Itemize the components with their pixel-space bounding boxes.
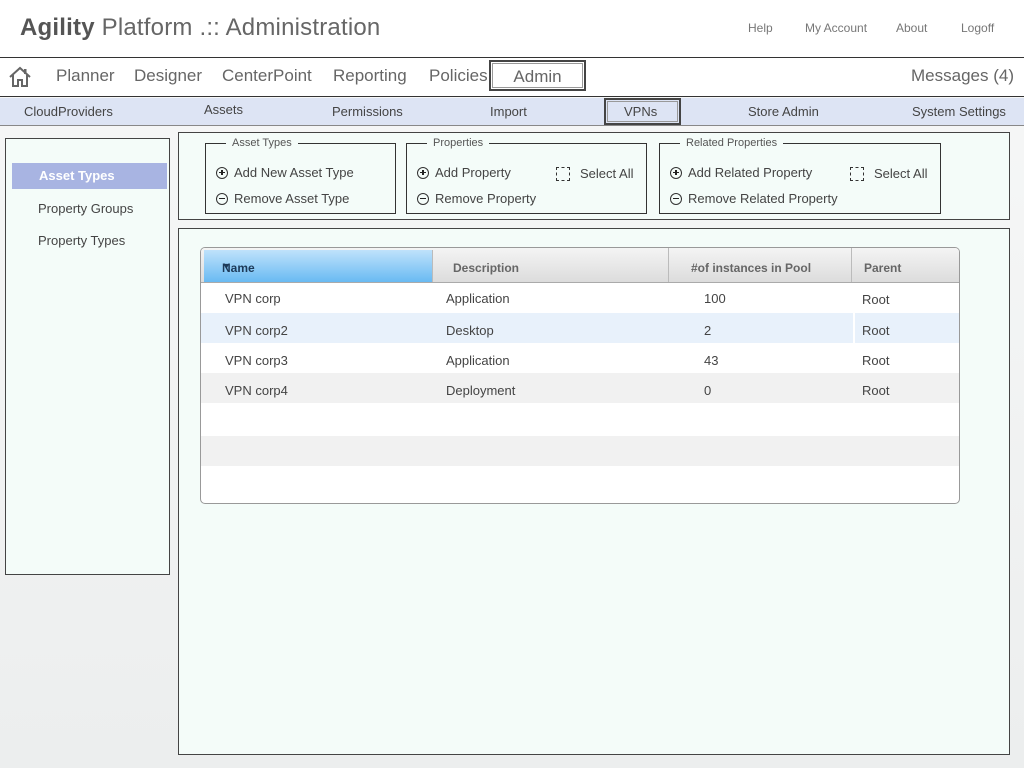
- subnav-permissions[interactable]: Permissions: [332, 104, 403, 119]
- cell-parent: Root: [862, 323, 890, 338]
- column-header-description[interactable]: Description: [433, 248, 669, 282]
- left-item-property-types[interactable]: Property Types: [38, 233, 125, 248]
- table-header: Name ▼ Description #of instances in Pool…: [201, 248, 959, 283]
- cell-instances: 100: [704, 291, 726, 306]
- nav-reporting[interactable]: Reporting: [333, 66, 407, 86]
- column-header-instances[interactable]: #of instances in Pool: [669, 248, 852, 282]
- row-divider: [853, 313, 855, 343]
- cell-parent: Root: [862, 292, 890, 307]
- logoff-link[interactable]: Logoff: [961, 21, 994, 35]
- cell-parent: Root: [862, 383, 890, 398]
- content-area: Name ▼ Description #of instances in Pool…: [178, 228, 1010, 755]
- cell-name: VPN corp2: [225, 323, 288, 338]
- add-asset-type-button[interactable]: Add New Asset Type: [216, 165, 354, 180]
- empty-row: [201, 436, 959, 466]
- add-asset-type-label: Add New Asset Type: [234, 165, 354, 180]
- cell-description: Deployment: [446, 383, 516, 398]
- nav-designer[interactable]: Designer: [134, 66, 202, 86]
- subnav-cloudproviders[interactable]: CloudProviders: [24, 104, 113, 119]
- properties-select-all-label: Select All: [580, 166, 634, 181]
- help-link[interactable]: Help: [748, 21, 773, 35]
- cell-name: VPN corp4: [225, 383, 288, 398]
- nav-policies[interactable]: Policies: [429, 66, 488, 86]
- asset-types-table: Name ▼ Description #of instances in Pool…: [200, 247, 960, 504]
- column-header-name[interactable]: Name ▼: [204, 250, 433, 282]
- sort-desc-icon: ▼: [222, 261, 231, 271]
- asset-types-group: Asset Types Add New Asset Type Remove As…: [205, 137, 396, 214]
- minus-circle-icon: [216, 192, 228, 205]
- minus-circle-icon: [670, 192, 682, 205]
- cell-instances: 0: [704, 383, 712, 398]
- empty-row: [201, 466, 959, 496]
- minus-circle-icon: [417, 192, 429, 205]
- column-header-parent-label: Parent: [864, 261, 902, 275]
- table-row[interactable]: VPN corp2 Desktop 2 Root: [201, 313, 959, 343]
- column-header-description-label: Description: [453, 261, 520, 275]
- related-properties-group: Related Properties Add Related Property …: [659, 137, 941, 214]
- column-header-instances-label: #of instances in Pool: [691, 261, 812, 275]
- properties-legend: Properties: [433, 137, 484, 149]
- column-header-parent[interactable]: Parent: [852, 248, 959, 282]
- dashed-checkbox-icon[interactable]: [850, 166, 864, 181]
- table-row[interactable]: VPN corp3 Application 43 Root: [201, 343, 959, 373]
- left-item-asset-types-label: Asset Types: [39, 168, 115, 183]
- brand-subtitle: Platform .:: Administration: [101, 14, 381, 41]
- remove-asset-type-label: Remove Asset Type: [234, 191, 350, 206]
- sub-nav: CloudProviders Assets Permissions Import…: [0, 98, 1024, 126]
- related-properties-legend: Related Properties: [686, 137, 778, 149]
- plus-circle-icon: [670, 166, 682, 179]
- cell-instances: 43: [704, 353, 719, 368]
- cell-name: VPN corp3: [225, 353, 288, 368]
- main-nav: Planner Designer CenterPoint Reporting P…: [0, 57, 1024, 97]
- nav-centerpoint[interactable]: CenterPoint: [222, 66, 312, 86]
- cell-description: Application: [446, 353, 510, 368]
- subnav-vpns-label: VPNs: [624, 104, 658, 119]
- app-header: Agility Platform .:: Administration Help…: [0, 0, 1024, 57]
- table-row[interactable]: VPN corp Application 100 Root: [201, 283, 959, 313]
- subnav-import[interactable]: Import: [490, 104, 527, 119]
- related-select-all[interactable]: Select All: [850, 166, 927, 181]
- left-panel: Asset Types Property Groups Property Typ…: [5, 138, 170, 575]
- subnav-vpns-tab[interactable]: VPNs: [604, 98, 681, 125]
- cell-name: VPN corp: [225, 291, 281, 306]
- plus-circle-icon: [417, 166, 429, 179]
- brand-name: Agility: [20, 14, 95, 41]
- subnav-assets[interactable]: Assets: [204, 102, 243, 117]
- remove-property-button[interactable]: Remove Property: [417, 191, 536, 206]
- add-property-button[interactable]: Add Property: [417, 165, 511, 180]
- remove-property-label: Remove Property: [435, 191, 537, 206]
- remove-related-property-label: Remove Related Property: [688, 191, 838, 206]
- nav-admin-label: Admin: [513, 67, 562, 86]
- remove-asset-type-button[interactable]: Remove Asset Type: [216, 191, 349, 206]
- actions-toolbar: Asset Types Add New Asset Type Remove As…: [178, 132, 1010, 220]
- subnav-store-admin[interactable]: Store Admin: [748, 104, 819, 119]
- subnav-system-settings[interactable]: System Settings: [912, 104, 1006, 119]
- my-account-link[interactable]: My Account: [805, 21, 867, 35]
- messages-link[interactable]: Messages (4): [911, 66, 1014, 86]
- add-related-property-button[interactable]: Add Related Property: [670, 165, 812, 180]
- add-property-label: Add Property: [435, 165, 511, 180]
- asset-types-legend: Asset Types: [232, 137, 292, 149]
- cell-description: Desktop: [446, 323, 494, 338]
- empty-row: [201, 403, 959, 433]
- remove-related-property-button[interactable]: Remove Related Property: [670, 191, 838, 206]
- table-row[interactable]: VPN corp4 Deployment 0 Root: [201, 373, 959, 403]
- cell-description: Application: [446, 291, 510, 306]
- cell-instances: 2: [704, 323, 712, 338]
- properties-select-all[interactable]: Select All: [556, 166, 633, 181]
- dashed-checkbox-icon[interactable]: [556, 166, 570, 181]
- plus-circle-icon: [216, 166, 228, 179]
- left-item-asset-types[interactable]: Asset Types: [12, 163, 167, 189]
- about-link[interactable]: About: [896, 21, 927, 35]
- nav-planner[interactable]: Planner: [56, 66, 115, 86]
- related-select-all-label: Select All: [874, 166, 928, 181]
- home-icon[interactable]: [8, 66, 32, 88]
- left-item-property-groups[interactable]: Property Groups: [38, 201, 133, 216]
- app-title: Agility Platform .:: Administration: [20, 14, 380, 42]
- cell-parent: Root: [862, 353, 890, 368]
- properties-group: Properties Add Property Select All Remov…: [406, 137, 647, 214]
- nav-admin-tab[interactable]: Admin: [489, 60, 586, 91]
- add-related-property-label: Add Related Property: [688, 165, 813, 180]
